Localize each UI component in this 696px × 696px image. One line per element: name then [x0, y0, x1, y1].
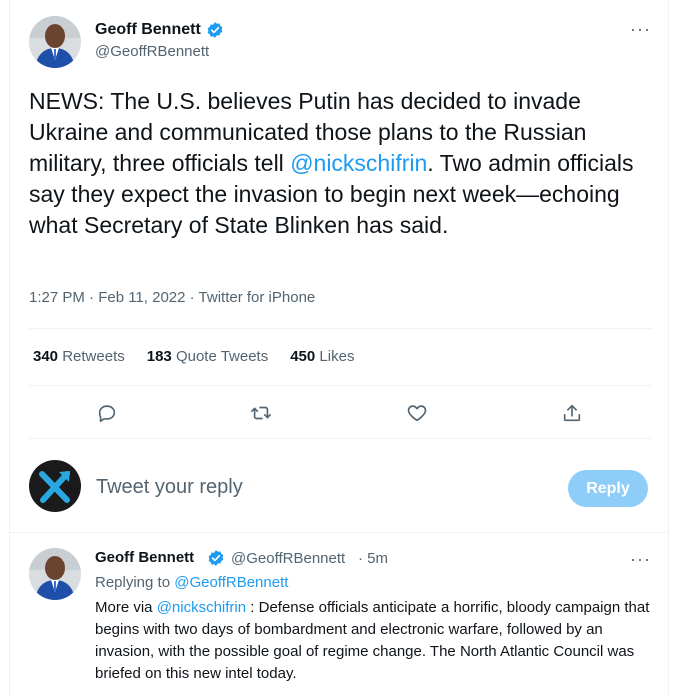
replying-to-label: Replying to [95, 574, 175, 591]
verified-badge-icon [207, 22, 223, 38]
reply-time[interactable]: · 5m [358, 550, 388, 567]
reply-author-name[interactable]: Geoff Bennett [95, 549, 194, 566]
section-divider [10, 532, 668, 533]
tweet-thread: Geoff Bennett @GeoffRBennett ··· NEWS: T… [0, 0, 696, 696]
verified-badge-icon [208, 550, 224, 566]
likes-count: 450 [290, 348, 316, 365]
like-icon [407, 405, 427, 422]
likes-label: Likes [319, 348, 355, 365]
reply-author-handle[interactable]: @GeoffRBennett [231, 550, 345, 567]
share-button[interactable] [559, 400, 585, 426]
reply-tweet-text: More via @nickschifrin : Defense officia… [95, 597, 655, 685]
replying-to-handle[interactable]: @GeoffRBennett [174, 574, 288, 591]
right-border [668, 0, 669, 696]
retweet-icon [251, 406, 271, 420]
likes-stat[interactable]: 450 Likes [290, 348, 354, 365]
retweet-button[interactable] [248, 400, 274, 426]
tweet-timestamp[interactable]: 1:27 PM · Feb 11, 2022 · Twitter for iPh… [29, 289, 315, 306]
quote-tweets-count: 183 [146, 348, 172, 365]
author-handle[interactable]: @GeoffRBennett [95, 43, 209, 60]
author-avatar[interactable] [29, 16, 81, 68]
left-border [9, 0, 10, 696]
mention-link[interactable]: @nickschifrin [290, 150, 427, 176]
tweet-stats: 340 Retweets 183 Quote Tweets 450 Likes [33, 348, 354, 365]
retweets-label: Retweets [62, 348, 125, 365]
quote-tweets-stat[interactable]: 183 Quote Tweets [147, 348, 268, 365]
retweets-count: 340 [33, 348, 59, 365]
user-avatar[interactable] [29, 460, 81, 512]
divider [29, 385, 652, 386]
reply-input[interactable]: Tweet your reply [96, 476, 243, 499]
divider [29, 438, 652, 439]
author-name[interactable]: Geoff Bennett [95, 21, 201, 39]
reply-mention-link[interactable]: @nickschifrin [157, 599, 246, 616]
divider [29, 328, 652, 329]
reply-icon [98, 405, 116, 423]
tweet-text: NEWS: The U.S. believes Putin has decide… [29, 86, 659, 241]
more-options-icon[interactable]: ··· [630, 20, 651, 38]
replying-to: Replying to @GeoffRBennett [95, 574, 288, 591]
share-icon [563, 404, 581, 422]
reply-text-start: More via [95, 599, 157, 616]
quote-tweets-label: Quote Tweets [175, 348, 269, 365]
reply-submit-button[interactable]: Reply [568, 470, 648, 507]
reply-author-avatar[interactable] [29, 548, 81, 600]
like-button[interactable] [404, 400, 430, 426]
retweets-stat[interactable]: 340 Retweets [33, 348, 125, 365]
reply-button[interactable] [94, 400, 120, 426]
reply-more-options-icon[interactable]: ··· [630, 550, 651, 568]
